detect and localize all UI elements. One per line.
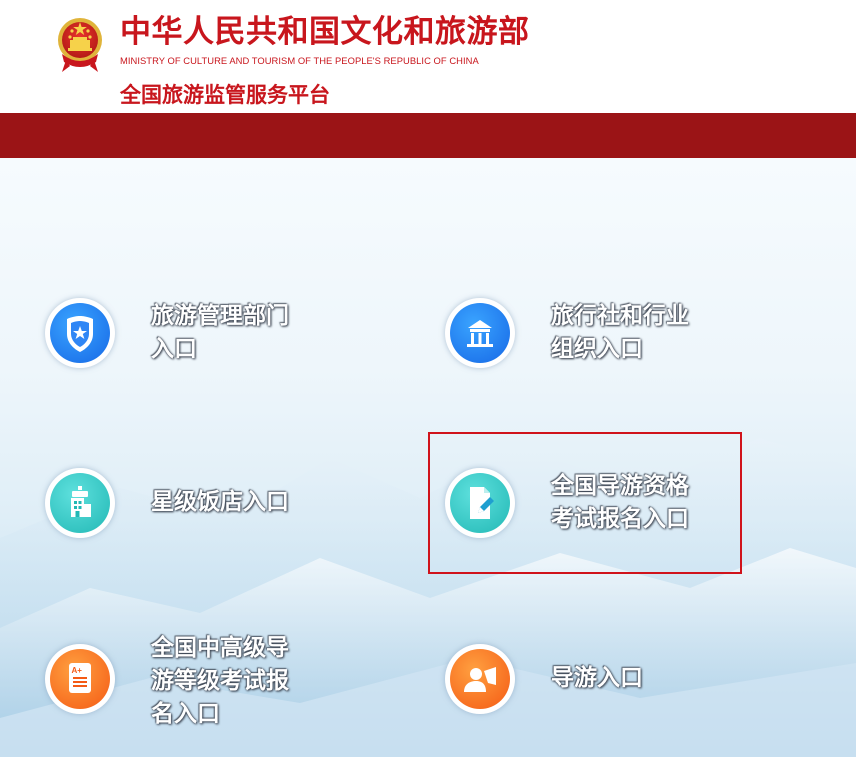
hotel-icon	[71, 486, 91, 517]
entry-label: 星级饭店入口	[151, 489, 289, 515]
entry-advanced-guide-exam[interactable]: A+ 全国中高级导 游等级考试报 名入口	[45, 632, 345, 737]
entry-tour-guide[interactable]: 导游入口	[445, 644, 745, 716]
entry-label: 导游入口	[551, 665, 643, 691]
entry-icon-frame	[445, 644, 515, 714]
shield-star-icon	[67, 316, 93, 352]
ministry-name-cn: 中华人民共和国文化和旅游部	[120, 14, 530, 50]
grade-document-icon: A+	[69, 663, 91, 693]
building-icon	[467, 320, 493, 347]
ministry-name-en: MINISTRY OF CULTURE AND TOURISM OF THE P…	[120, 55, 479, 66]
entry-icon-frame	[445, 298, 515, 368]
selection-highlight-box	[428, 432, 742, 574]
entry-icon-frame: A+	[45, 644, 115, 714]
entry-label: 旅游管理部门 入口	[151, 303, 289, 362]
entry-label: 旅行社和行业 组织入口	[551, 303, 689, 362]
entry-icon-frame	[45, 468, 115, 538]
guide-person-icon	[464, 667, 496, 692]
entry-label: 全国中高级导 游等级考试报 名入口	[151, 635, 289, 727]
entry-icon-frame	[45, 298, 115, 368]
entry-panel: 旅游管理部门 入口 旅行社和行业 组织入口 星级饭店入口 全国导游资格 考试报名…	[0, 158, 856, 757]
entry-tourism-admin[interactable]: 旅游管理部门 入口	[45, 298, 345, 370]
site-header: 中华人民共和国文化和旅游部 MINISTRY OF CULTURE AND TO…	[0, 0, 856, 113]
entry-star-hotel[interactable]: 星级饭店入口	[45, 468, 345, 540]
platform-title: 全国旅游监管服务平台	[120, 83, 330, 107]
national-emblem-icon	[58, 18, 102, 72]
entry-travel-agency[interactable]: 旅行社和行业 组织入口	[445, 298, 745, 370]
svg-text:A+: A+	[72, 666, 83, 675]
header-red-bar	[0, 113, 856, 158]
